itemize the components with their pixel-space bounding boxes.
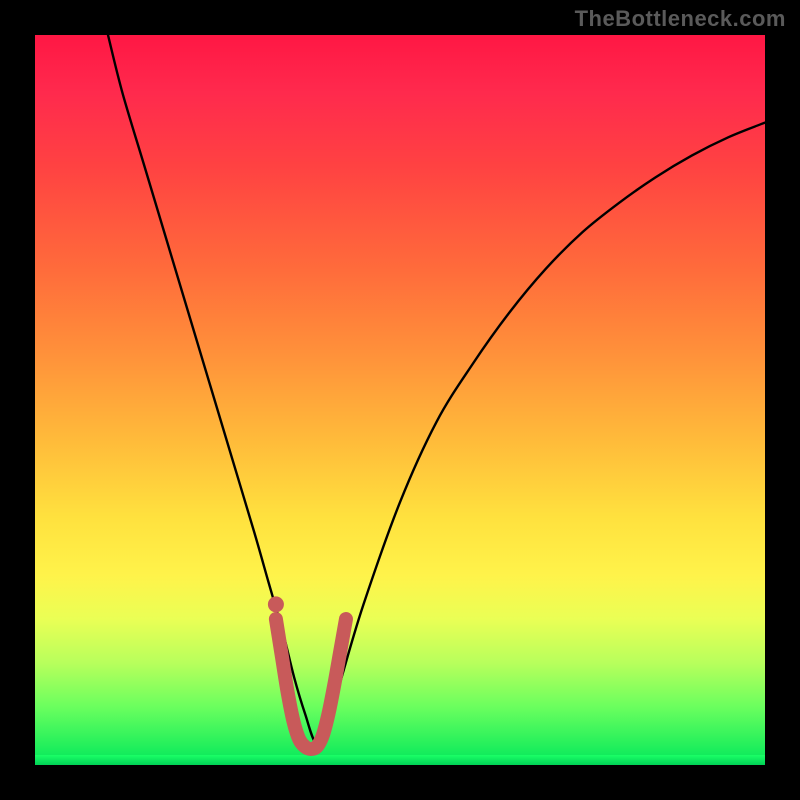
valley-dot	[268, 596, 284, 612]
chart-frame: TheBottleneck.com	[0, 0, 800, 800]
chart-plot-area	[35, 35, 765, 765]
chart-svg	[35, 35, 765, 765]
bottleneck-curve	[108, 35, 765, 744]
watermark-text: TheBottleneck.com	[575, 6, 786, 32]
